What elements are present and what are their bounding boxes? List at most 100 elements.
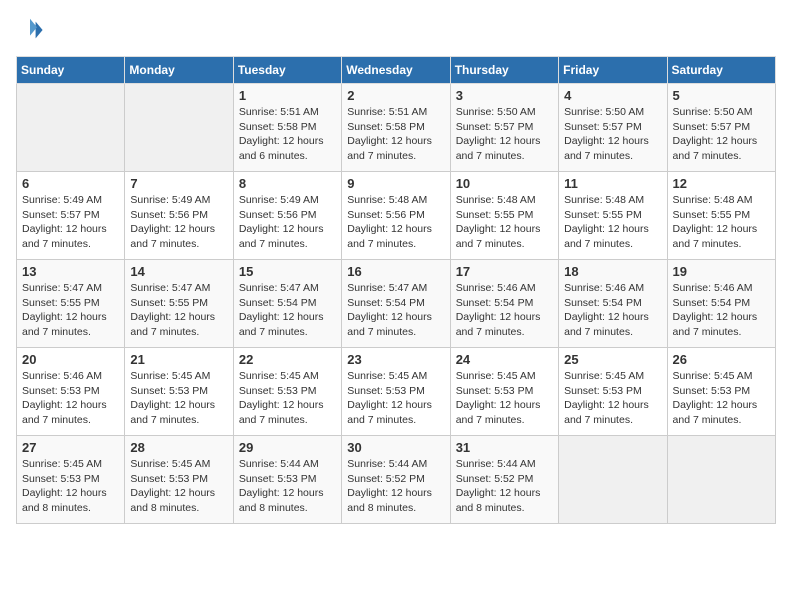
day-info: Sunrise: 5:49 AM Sunset: 5:56 PM Dayligh…: [130, 193, 227, 252]
day-info: Sunrise: 5:49 AM Sunset: 5:57 PM Dayligh…: [22, 193, 119, 252]
day-number: 10: [456, 176, 553, 191]
day-number: 4: [564, 88, 661, 103]
day-info: Sunrise: 5:45 AM Sunset: 5:53 PM Dayligh…: [564, 369, 661, 428]
day-info: Sunrise: 5:45 AM Sunset: 5:53 PM Dayligh…: [673, 369, 770, 428]
day-cell: 22 Sunrise: 5:45 AM Sunset: 5:53 PM Dayli…: [233, 348, 341, 436]
day-info: Sunrise: 5:45 AM Sunset: 5:53 PM Dayligh…: [239, 369, 336, 428]
day-number: 9: [347, 176, 444, 191]
header-saturday: Saturday: [667, 57, 775, 84]
day-info: Sunrise: 5:48 AM Sunset: 5:55 PM Dayligh…: [673, 193, 770, 252]
day-number: 19: [673, 264, 770, 279]
header-wednesday: Wednesday: [342, 57, 450, 84]
day-cell: 26 Sunrise: 5:45 AM Sunset: 5:53 PM Dayli…: [667, 348, 775, 436]
day-info: Sunrise: 5:45 AM Sunset: 5:53 PM Dayligh…: [130, 369, 227, 428]
day-info: Sunrise: 5:45 AM Sunset: 5:53 PM Dayligh…: [456, 369, 553, 428]
day-info: Sunrise: 5:51 AM Sunset: 5:58 PM Dayligh…: [347, 105, 444, 164]
day-info: Sunrise: 5:44 AM Sunset: 5:52 PM Dayligh…: [456, 457, 553, 516]
day-cell: 23Sunrise: 5:45 AM Sunset: 5:53 PM Dayli…: [342, 348, 450, 436]
day-cell: 18 Sunrise: 5:46 AM Sunset: 5:54 PM Dayli…: [559, 260, 667, 348]
day-info: Sunrise: 5:44 AM Sunset: 5:52 PM Dayligh…: [347, 457, 444, 516]
day-info: Sunrise: 5:45 AM Sunset: 5:53 PM Dayligh…: [130, 457, 227, 516]
day-number: 5: [673, 88, 770, 103]
day-cell: 11 Sunrise: 5:48 AM Sunset: 5:55 PM Dayli…: [559, 172, 667, 260]
day-number: 3: [456, 88, 553, 103]
day-number: 18: [564, 264, 661, 279]
day-cell: 7 Sunrise: 5:49 AM Sunset: 5:56 PM Daylig…: [125, 172, 233, 260]
day-cell: 15 Sunrise: 5:47 AM Sunset: 5:54 PM Dayli…: [233, 260, 341, 348]
day-number: 30: [347, 440, 444, 455]
day-number: 13: [22, 264, 119, 279]
day-info: Sunrise: 5:46 AM Sunset: 5:54 PM Dayligh…: [564, 281, 661, 340]
day-cell: 29 Sunrise: 5:44 AM Sunset: 5:53 PM Dayli…: [233, 436, 341, 524]
day-cell: 9Sunrise: 5:48 AM Sunset: 5:56 PM Daylig…: [342, 172, 450, 260]
day-cell: 2 Sunrise: 5:51 AM Sunset: 5:58 PM Daylig…: [342, 84, 450, 172]
day-number: 2: [347, 88, 444, 103]
day-cell: [17, 84, 125, 172]
day-info: Sunrise: 5:47 AM Sunset: 5:55 PM Dayligh…: [130, 281, 227, 340]
day-cell: 5 Sunrise: 5:50 AM Sunset: 5:57 PM Daylig…: [667, 84, 775, 172]
day-number: 24: [456, 352, 553, 367]
day-info: Sunrise: 5:46 AM Sunset: 5:53 PM Dayligh…: [22, 369, 119, 428]
day-cell: 19Sunrise: 5:46 AM Sunset: 5:54 PM Dayli…: [667, 260, 775, 348]
header-friday: Friday: [559, 57, 667, 84]
logo-icon: [16, 16, 44, 44]
day-info: Sunrise: 5:47 AM Sunset: 5:55 PM Dayligh…: [22, 281, 119, 340]
day-info: Sunrise: 5:50 AM Sunset: 5:57 PM Dayligh…: [564, 105, 661, 164]
day-number: 23: [347, 352, 444, 367]
day-cell: 4 Sunrise: 5:50 AM Sunset: 5:57 PM Daylig…: [559, 84, 667, 172]
day-number: 8: [239, 176, 336, 191]
day-number: 20: [22, 352, 119, 367]
day-info: Sunrise: 5:47 AM Sunset: 5:54 PM Dayligh…: [239, 281, 336, 340]
day-cell: 24 Sunrise: 5:45 AM Sunset: 5:53 PM Dayli…: [450, 348, 558, 436]
day-number: 21: [130, 352, 227, 367]
day-cell: 25 Sunrise: 5:45 AM Sunset: 5:53 PM Dayli…: [559, 348, 667, 436]
day-cell: 10 Sunrise: 5:48 AM Sunset: 5:55 PM Dayli…: [450, 172, 558, 260]
day-info: Sunrise: 5:48 AM Sunset: 5:55 PM Dayligh…: [456, 193, 553, 252]
day-cell: 14 Sunrise: 5:47 AM Sunset: 5:55 PM Dayli…: [125, 260, 233, 348]
day-cell: 1Sunrise: 5:51 AM Sunset: 5:58 PM Daylig…: [233, 84, 341, 172]
calendar-header: Sunday Monday Tuesday Wednesday Thursday…: [17, 57, 776, 84]
day-number: 25: [564, 352, 661, 367]
calendar-table: Sunday Monday Tuesday Wednesday Thursday…: [16, 56, 776, 524]
day-number: 17: [456, 264, 553, 279]
logo: [16, 16, 48, 44]
day-cell: 31 Sunrise: 5:44 AM Sunset: 5:52 PM Dayli…: [450, 436, 558, 524]
header-row: Sunday Monday Tuesday Wednesday Thursday…: [17, 57, 776, 84]
day-number: 29: [239, 440, 336, 455]
day-number: 7: [130, 176, 227, 191]
day-cell: 13 Sunrise: 5:47 AM Sunset: 5:55 PM Dayli…: [17, 260, 125, 348]
day-cell: [125, 84, 233, 172]
day-number: 16: [347, 264, 444, 279]
day-number: 11: [564, 176, 661, 191]
day-info: Sunrise: 5:50 AM Sunset: 5:57 PM Dayligh…: [673, 105, 770, 164]
day-info: Sunrise: 5:44 AM Sunset: 5:53 PM Dayligh…: [239, 457, 336, 516]
day-number: 1: [239, 88, 336, 103]
day-cell: 20 Sunrise: 5:46 AM Sunset: 5:53 PM Dayli…: [17, 348, 125, 436]
day-number: 6: [22, 176, 119, 191]
day-info: Sunrise: 5:50 AM Sunset: 5:57 PM Dayligh…: [456, 105, 553, 164]
day-info: Sunrise: 5:46 AM Sunset: 5:54 PM Dayligh…: [456, 281, 553, 340]
page-header: [16, 16, 776, 44]
day-cell: 12 Sunrise: 5:48 AM Sunset: 5:55 PM Dayli…: [667, 172, 775, 260]
day-cell: 17 Sunrise: 5:46 AM Sunset: 5:54 PM Dayli…: [450, 260, 558, 348]
day-number: 14: [130, 264, 227, 279]
day-info: Sunrise: 5:48 AM Sunset: 5:55 PM Dayligh…: [564, 193, 661, 252]
week-row-1: 1 Sunrise: 5:51 AM Sunset: 5:58 PM Daylig…: [17, 84, 776, 172]
day-number: 26: [673, 352, 770, 367]
day-number: 27: [22, 440, 119, 455]
day-number: 15: [239, 264, 336, 279]
day-info: Sunrise: 5:45 AM Sunset: 5:53 PM Dayligh…: [22, 457, 119, 516]
day-cell: 6 Sunrise: 5:49 AM Sunset: 5:57 PM Daylig…: [17, 172, 125, 260]
week-row-5: 27 Sunrise: 5:45 AM Sunset: 5:53 PM Dayli…: [17, 436, 776, 524]
day-number: 28: [130, 440, 227, 455]
week-row-3: 13 Sunrise: 5:47 AM Sunset: 5:55 PM Dayli…: [17, 260, 776, 348]
day-cell: 30 Sunrise: 5:44 AM Sunset: 5:52 PM Dayli…: [342, 436, 450, 524]
header-thursday: Thursday: [450, 57, 558, 84]
day-number: 31: [456, 440, 553, 455]
day-cell: 3 Sunrise: 5:50 AM Sunset: 5:57 PM Daylig…: [450, 84, 558, 172]
day-number: 12: [673, 176, 770, 191]
day-cell: 16Sunrise: 5:47 AM Sunset: 5:54 PM Dayli…: [342, 260, 450, 348]
header-sunday: Sunday: [17, 57, 125, 84]
day-number: 22: [239, 352, 336, 367]
day-cell: 27 Sunrise: 5:45 AM Sunset: 5:53 PM Dayli…: [17, 436, 125, 524]
